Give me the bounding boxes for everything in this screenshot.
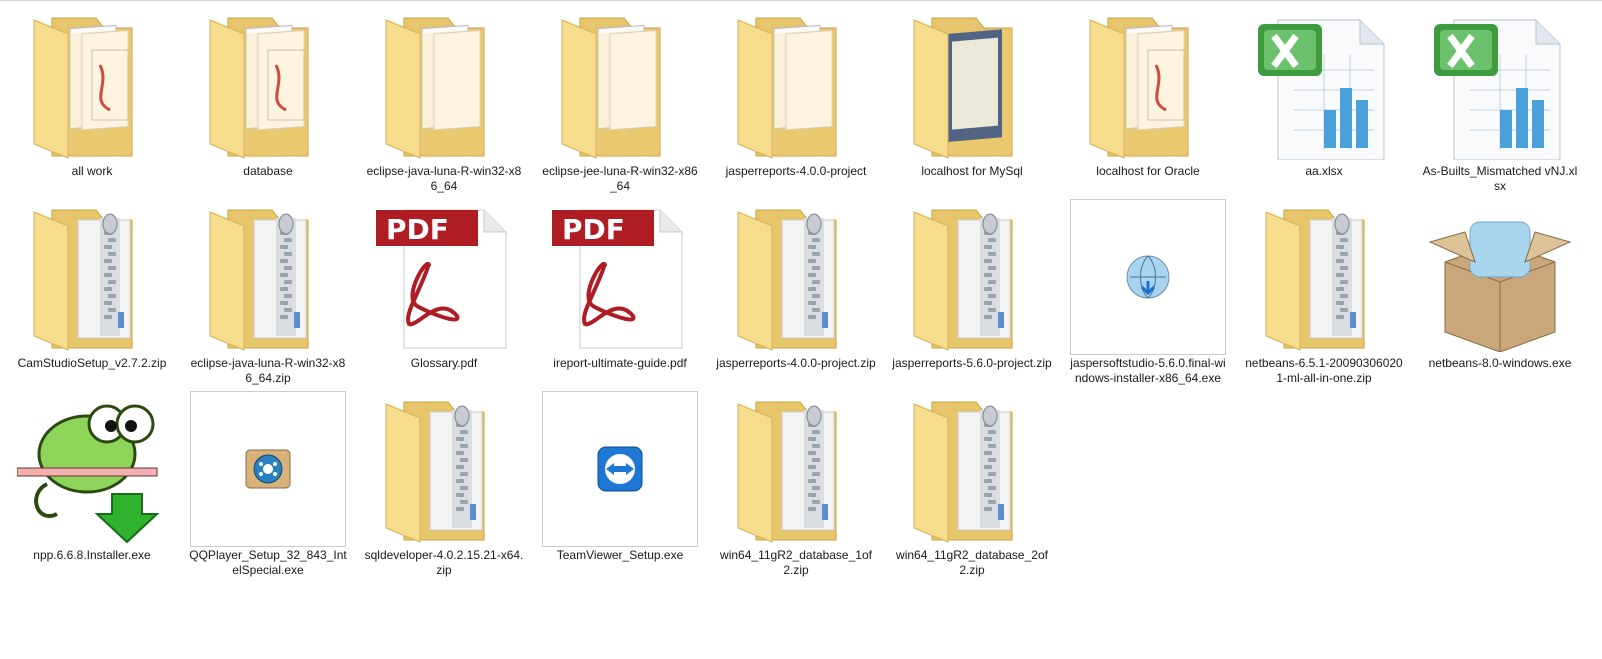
file-item[interactable]: all work [4,7,180,199]
file-name-label: jasperreports-4.0.0-project.zip [716,356,876,370]
file-name-label: netbeans-6.5.1-200903060201-ml-all-in-on… [1245,356,1403,385]
file-item[interactable]: netbeans-6.5.1-200903060201-ml-all-in-on… [1236,199,1412,391]
file-name-label: As-Builts_Mismatched vNJ.xlsx [1422,164,1578,193]
notepad-plus-plus-chameleon-icon [14,391,170,547]
folder-documents-icon [1070,7,1226,163]
file-name-label: aa.xlsx [1305,164,1343,178]
file-name-label: win64_11gR2_database_2of2.zip [896,548,1048,577]
folder-documents-icon [14,7,170,163]
file-item[interactable]: jasperreports-5.6.0-project.zip [884,199,1060,391]
folder-icon [366,7,522,163]
zip-folder-icon [718,391,874,547]
file-name-label: CamStudioSetup_v2.7.2.zip [17,356,167,370]
file-icon-grid: all work database eclipse-java-luna-R-wi… [0,1,1602,583]
file-item[interactable]: npp.6.6.8.Installer.exe [4,391,180,583]
file-name-label: netbeans-8.0-windows.exe [1428,356,1572,370]
zip-folder-icon [894,391,1050,547]
file-name-label: QQPlayer_Setup_32_843_IntelSpecial.exe [189,548,347,577]
zip-folder-icon [14,199,170,355]
file-name-label: sqldeveloper-4.0.2.15.21-x64.zip [364,548,524,577]
pdf-badge-label: PDF [386,213,449,246]
file-item[interactable]: eclipse-java-luna-R-win32-x86_64.zip [180,199,356,391]
file-name-label: eclipse-jee-luna-R-win32-x86_64 [542,164,698,193]
pdf-badge-label: PDF [562,213,625,246]
file-item[interactable]: QQPlayer_Setup_32_843_IntelSpecial.exe [180,391,356,583]
zip-folder-icon [894,199,1050,355]
file-name-label: eclipse-java-luna-R-win32-x86_64.zip [190,356,346,385]
file-name-label: npp.6.6.8.Installer.exe [33,548,151,562]
file-name-label: eclipse-java-luna-R-win32-x86_64 [366,164,522,193]
file-name-label: database [243,164,293,178]
file-name-label: Glossary.pdf [410,356,478,370]
folder-icon [542,7,698,163]
file-item[interactable]: TeamViewer_Setup.exe [532,391,708,583]
file-name-label: all work [71,164,113,178]
file-name-label: win64_11gR2_database_1of2.zip [720,548,872,577]
file-item[interactable]: sqldeveloper-4.0.2.15.21-x64.zip [356,391,532,583]
file-name-label: jasperreports-5.6.0-project.zip [892,356,1052,370]
zip-folder-icon [718,199,874,355]
file-name-label: jaspersoftstudio-5.6.0.final-windows-ins… [1070,356,1226,385]
excel-file-icon [1422,7,1578,163]
file-name-label: localhost for Oracle [1096,164,1200,178]
file-item[interactable]: eclipse-jee-luna-R-win32-x86_64 [532,7,708,199]
zip-folder-icon [1246,199,1402,355]
file-item[interactable]: PDF Glossary.pdf [356,199,532,391]
folder-documents-icon [190,7,346,163]
qqplayer-icon [190,391,346,547]
file-name-label: localhost for MySql [921,164,1023,178]
pdf-file-icon: PDF [366,199,522,355]
file-item[interactable]: As-Builts_Mismatched vNJ.xlsx [1412,7,1588,199]
folder-screenshots-icon [894,7,1050,163]
file-item[interactable]: localhost for MySql [884,7,1060,199]
file-item[interactable]: netbeans-8.0-windows.exe [1412,199,1588,391]
file-name-label: ireport-ultimate-guide.pdf [553,356,687,370]
file-item[interactable]: eclipse-java-luna-R-win32-x86_64 [356,7,532,199]
file-name-label: jasperreports-4.0.0-project [725,164,867,178]
zip-folder-icon [366,391,522,547]
file-item[interactable]: jasperreports-4.0.0-project [708,7,884,199]
excel-file-icon [1246,7,1402,163]
installer-globe-icon [1070,199,1226,355]
file-item[interactable]: aa.xlsx [1236,7,1412,199]
file-item[interactable]: jaspersoftstudio-5.6.0.final-windows-ins… [1060,199,1236,391]
file-item[interactable]: database [180,7,356,199]
folder-icon [718,7,874,163]
file-item[interactable]: PDF ireport-ultimate-guide.pdf [532,199,708,391]
zip-folder-icon [190,199,346,355]
file-item[interactable]: win64_11gR2_database_2of2.zip [884,391,1060,583]
file-item[interactable]: localhost for Oracle [1060,7,1236,199]
file-item[interactable]: jasperreports-4.0.0-project.zip [708,199,884,391]
file-item[interactable]: CamStudioSetup_v2.7.2.zip [4,199,180,391]
package-box-icon [1422,199,1578,355]
pdf-file-icon: PDF [542,199,698,355]
teamviewer-icon [542,391,698,547]
file-name-label: TeamViewer_Setup.exe [556,548,684,562]
file-item[interactable]: win64_11gR2_database_1of2.zip [708,391,884,583]
